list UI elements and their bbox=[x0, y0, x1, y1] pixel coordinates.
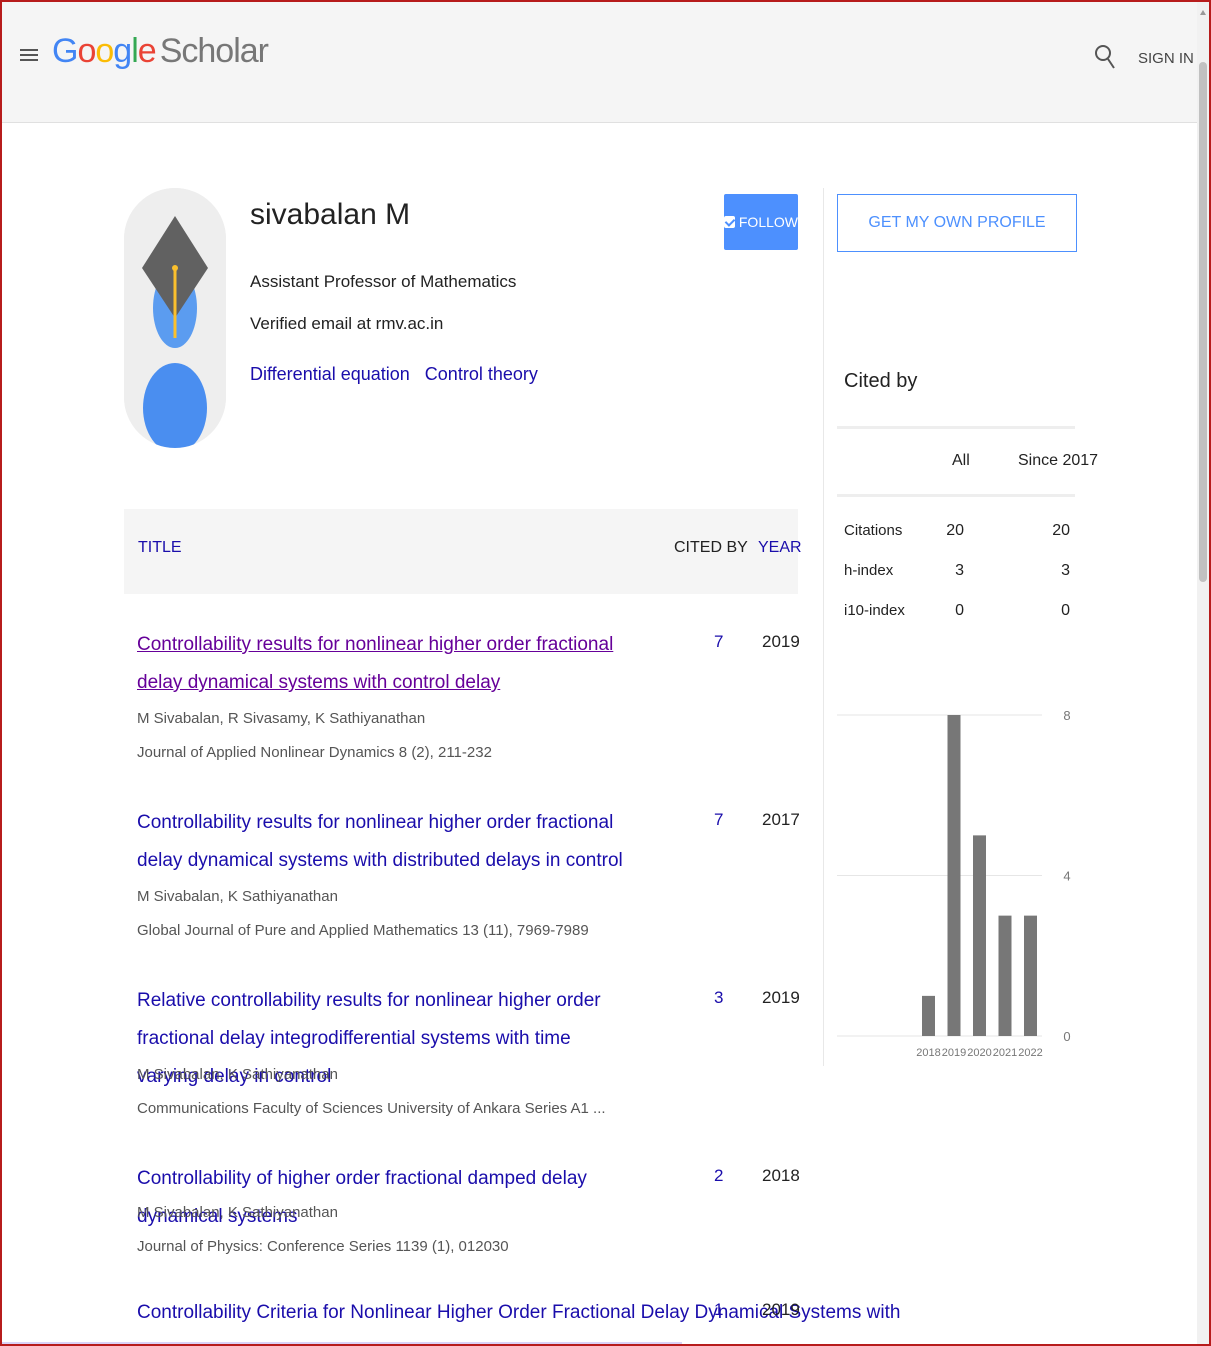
stats-col-since: Since 2017 bbox=[1018, 452, 1099, 469]
stat-label-i10-index: i10-index bbox=[844, 602, 905, 619]
stats-col-all: All bbox=[952, 452, 970, 469]
chart-x-tick-label: 2020 bbox=[967, 1047, 991, 1059]
sort-by-cited[interactable]: CITED BY bbox=[674, 539, 748, 557]
follow-button[interactable]: FOLLOW bbox=[724, 194, 798, 250]
publication-authors: M Sivabalan, R Sivasamy, K Sathiyanathan bbox=[137, 710, 426, 727]
profile-email: Verified email at rmv.ac.in bbox=[250, 314, 444, 333]
chart-bar bbox=[922, 995, 935, 1036]
default-avatar-icon bbox=[124, 188, 226, 448]
cited-by-count[interactable]: 7 bbox=[714, 632, 723, 652]
cited-by-count[interactable]: 3 bbox=[714, 988, 723, 1008]
stat-h-index-all: 3 bbox=[955, 562, 964, 579]
avatar bbox=[124, 188, 226, 448]
sign-in-link[interactable]: SIGN IN bbox=[1138, 50, 1194, 67]
chart-bar bbox=[973, 835, 986, 1036]
chart-y-tick-label: 0 bbox=[1063, 1029, 1070, 1044]
publication-venue: Journal of Physics: Conference Series 11… bbox=[137, 1238, 509, 1255]
profile-name: sivabalan M bbox=[250, 198, 411, 231]
publication-year: 2019 bbox=[762, 1300, 800, 1319]
interest-link[interactable]: Differential equation bbox=[250, 364, 410, 384]
sidebar-divider bbox=[823, 188, 824, 1066]
publication-title-link[interactable]: Controllability Criteria for Nonlinear H… bbox=[137, 1294, 900, 1332]
google-scholar-logo[interactable]: Google Scholar bbox=[52, 32, 269, 71]
publication-authors: M Sivabalan, K Sathiyanathan bbox=[137, 1066, 338, 1083]
stat-h-index-since: 3 bbox=[1061, 562, 1070, 579]
scrollbar[interactable] bbox=[1197, 2, 1209, 1344]
interest-link[interactable]: Control theory bbox=[425, 364, 538, 384]
menu-icon[interactable] bbox=[20, 46, 38, 66]
publication-title-link[interactable]: Controllability results for nonlinear hi… bbox=[137, 804, 637, 880]
chart-y-tick-label: 8 bbox=[1063, 708, 1070, 723]
checkbox-icon bbox=[724, 216, 735, 228]
publication-year: 2019 bbox=[762, 988, 800, 1007]
publication-venue: Communications Faculty of Sciences Unive… bbox=[137, 1100, 606, 1117]
follow-label: FOLLOW bbox=[738, 214, 798, 230]
sort-by-title[interactable]: TITLE bbox=[138, 539, 182, 557]
page-frame: Google Scholar SIGN IN sivabalan M Assist… bbox=[0, 0, 1211, 1346]
sort-by-year[interactable]: YEAR bbox=[758, 539, 802, 557]
cited-by-count[interactable]: 1 bbox=[714, 1300, 723, 1320]
publication-year: 2018 bbox=[762, 1166, 800, 1185]
stats-divider bbox=[837, 494, 1075, 497]
bottom-divider bbox=[2, 1342, 682, 1344]
chart-bar bbox=[947, 715, 961, 1036]
chart-bar bbox=[998, 915, 1012, 1036]
publication-title-link[interactable]: Controllability results for nonlinear hi… bbox=[137, 626, 637, 702]
scroll-up-arrow-icon[interactable] bbox=[1200, 10, 1206, 15]
publication-year: 2019 bbox=[762, 632, 800, 651]
chart-bar bbox=[1024, 915, 1037, 1036]
publication-year: 2017 bbox=[762, 810, 800, 829]
scrollbar-thumb[interactable] bbox=[1199, 62, 1207, 582]
cited-by-count[interactable]: 7 bbox=[714, 810, 723, 830]
cited-by-count[interactable]: 2 bbox=[714, 1166, 723, 1186]
research-interests: Differential equation Control theory bbox=[250, 364, 548, 385]
publication-venue: Journal of Applied Nonlinear Dynamics 8 … bbox=[137, 744, 492, 761]
stat-citations-all: 20 bbox=[946, 522, 964, 539]
stat-i10-index-all: 0 bbox=[955, 602, 964, 619]
stat-label-h-index: h-index bbox=[844, 562, 894, 579]
stats-divider bbox=[837, 426, 1075, 429]
publication-authors: M Sivabalan, K Sathiyanathan bbox=[137, 1204, 338, 1221]
get-my-own-profile-button[interactable]: GET MY OWN PROFILE bbox=[837, 194, 1077, 252]
stat-citations-since: 20 bbox=[1052, 522, 1070, 539]
citations-per-year-chart: 8 4 0 2018 2019 2020 2021 2022 bbox=[837, 708, 1071, 1059]
chart-x-tick-label: 2019 bbox=[942, 1047, 966, 1059]
search-icon[interactable] bbox=[1094, 42, 1116, 72]
profile-affiliation: Assistant Professor of Mathematics bbox=[250, 272, 517, 291]
chart-x-tick-label: 2021 bbox=[993, 1047, 1017, 1059]
top-bar: Google Scholar SIGN IN bbox=[2, 2, 1197, 123]
publications-table-header: TITLE CITED BY YEAR bbox=[124, 509, 802, 594]
chart-x-tick-label: 2018 bbox=[916, 1047, 940, 1059]
stat-label-citations: Citations bbox=[844, 522, 903, 539]
logo-scholar-text: Scholar bbox=[159, 32, 269, 70]
publication-title-link[interactable]: Controllability of higher order fraction… bbox=[137, 1160, 677, 1236]
cited-by-heading: Cited by bbox=[844, 370, 918, 392]
publication-authors: M Sivabalan, K Sathiyanathan bbox=[137, 888, 338, 905]
chart-y-tick-label: 4 bbox=[1063, 869, 1070, 884]
publication-venue: Global Journal of Pure and Applied Mathe… bbox=[137, 922, 589, 939]
chart-x-tick-label: 2022 bbox=[1018, 1047, 1042, 1059]
stat-i10-index-since: 0 bbox=[1061, 602, 1070, 619]
